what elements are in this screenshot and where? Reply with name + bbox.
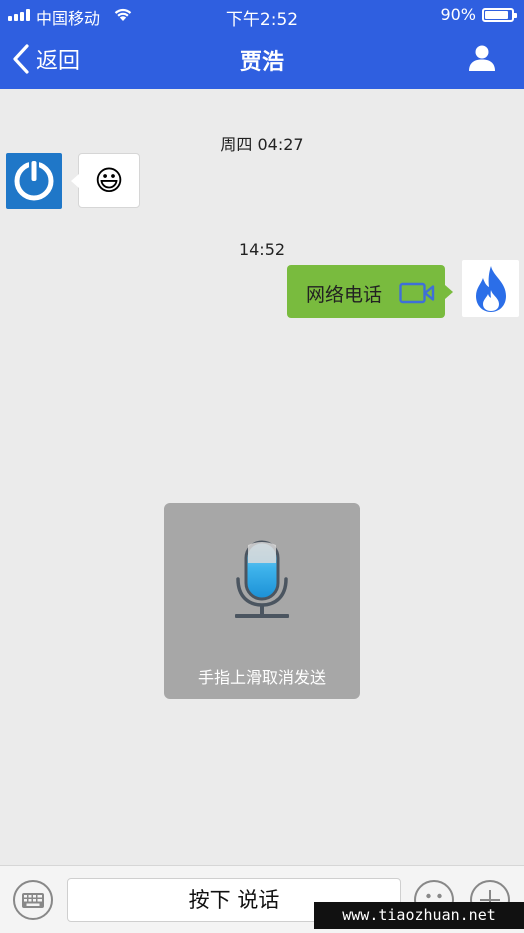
microphone-icon (235, 540, 289, 618)
message-bubble-emoji[interactable]: 😃 (71, 153, 140, 208)
nav-bar: 返回 贾浩 (0, 30, 524, 89)
keyboard-icon (22, 892, 44, 908)
keyboard-toggle-button[interactable] (13, 880, 53, 920)
call-label: 网络电话 (306, 284, 383, 306)
power-icon (14, 159, 54, 201)
smiley-emoji: 😃 (94, 164, 124, 197)
my-avatar[interactable] (462, 260, 519, 317)
contact-avatar[interactable] (6, 153, 62, 209)
flame-icon (475, 265, 506, 312)
status-bar: 中国移动 下午2:52 90% (0, 0, 524, 30)
message-bubble-call[interactable]: 网络电话 (287, 265, 453, 318)
watermark: www.tiaozhuan.net (314, 902, 524, 929)
recording-overlay: 手指上滑取消发送 (164, 503, 360, 699)
cancel-hint: 手指上滑取消发送 (197, 668, 326, 687)
person-icon[interactable] (468, 44, 496, 72)
top-bar: 中国移动 下午2:52 90% 返回 贾浩 (0, 0, 524, 89)
page-title: 贾浩 (239, 50, 284, 75)
video-camera-icon (399, 282, 435, 304)
timestamp: 周四 04:27 (220, 135, 304, 154)
battery-icon (482, 8, 517, 22)
battery-percent: 90% (440, 5, 476, 24)
timestamp: 14:52 (238, 240, 286, 259)
